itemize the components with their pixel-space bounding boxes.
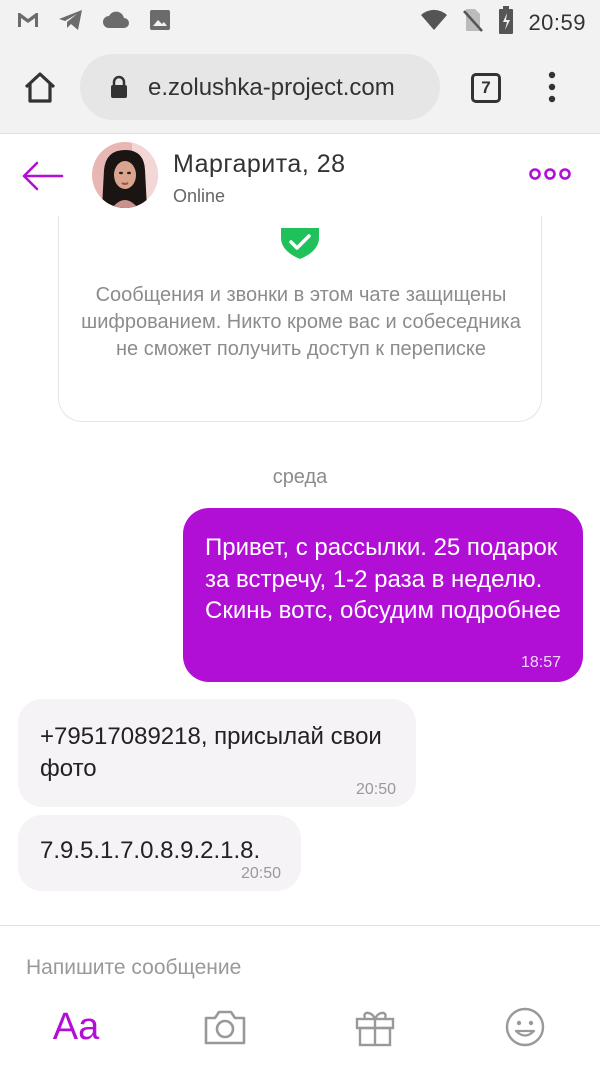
chat-options-button[interactable] <box>528 166 572 182</box>
shield-check-icon <box>279 214 321 265</box>
lock-icon <box>110 75 128 104</box>
back-button[interactable] <box>20 158 64 194</box>
text-format-button[interactable]: Aa <box>46 1002 106 1052</box>
emoji-button[interactable] <box>502 1002 548 1052</box>
address-bar[interactable]: e.zolushka-project.com <box>80 54 440 120</box>
encryption-notice-card: Сообщения и звонки в этом чате защищены … <box>58 196 542 422</box>
emoji-icon <box>505 1007 545 1047</box>
telegram-icon <box>58 8 84 37</box>
chat-header: Маргарита, 28 Online <box>0 134 600 216</box>
encryption-notice-text: Сообщения и звонки в этом чате защищены … <box>81 284 521 360</box>
avatar[interactable] <box>92 142 158 208</box>
image-icon <box>148 8 172 37</box>
message-incoming[interactable]: 7.9.5.1.7.0.8.9.2.1.8. 20:50 <box>18 815 301 891</box>
message-incoming[interactable]: +79517089218, присылай свои фото 20:50 <box>18 699 416 807</box>
gift-icon <box>355 1011 395 1047</box>
gift-button[interactable] <box>352 1002 398 1052</box>
clock: 20:59 <box>528 9 586 35</box>
message-time: 18:57 <box>520 654 561 671</box>
message-input[interactable] <box>14 948 584 988</box>
no-sim-icon <box>462 7 484 38</box>
peer-name: Маргарита, 28 <box>173 150 346 178</box>
message-text: Привет, с рассылки. 25 подарок за встреч… <box>205 534 561 624</box>
message-time: 20:50 <box>240 865 281 882</box>
browser-toolbar: e.zolushka-project.com 7 <box>0 40 600 134</box>
message-text: +79517089218, присылай свои фото <box>40 723 382 782</box>
day-separator: среда <box>272 466 328 488</box>
camera-icon <box>204 1010 246 1045</box>
url-text: e.zolushka-project.com <box>148 74 395 101</box>
home-button[interactable] <box>20 68 60 108</box>
gmail-icon <box>16 10 40 35</box>
more-horiz-icon <box>529 168 571 180</box>
message-time: 20:50 <box>355 781 396 798</box>
browser-menu-button[interactable] <box>545 70 559 104</box>
tab-switcher-button[interactable]: 7 <box>471 73 501 103</box>
home-icon <box>24 72 56 103</box>
wifi-icon <box>420 9 448 36</box>
arrow-left-icon <box>22 161 64 191</box>
status-bar: 20:59 <box>0 0 600 40</box>
camera-button[interactable] <box>200 1002 250 1052</box>
message-composer: Aa <box>0 925 600 1067</box>
battery-charging-icon <box>498 6 514 39</box>
more-vert-icon <box>548 71 556 103</box>
message-outgoing[interactable]: Привет, с рассылки. 25 подарок за встреч… <box>183 508 583 682</box>
peer-online-status: Online <box>173 186 226 206</box>
message-text: 7.9.5.1.7.0.8.9.2.1.8. <box>40 837 261 864</box>
cloud-icon <box>102 9 130 36</box>
